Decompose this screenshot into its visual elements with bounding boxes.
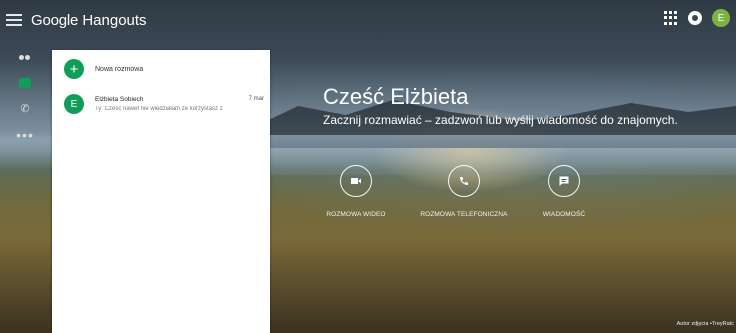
top-right-controls: E [664, 9, 730, 27]
video-icon [340, 165, 372, 197]
more-icon: ••• [16, 127, 34, 143]
menu-icon[interactable] [6, 12, 22, 28]
phone-icon: ✆ [20, 102, 30, 115]
apps-icon[interactable] [664, 11, 678, 25]
message-button[interactable]: WIADOMOŚĆ [514, 165, 614, 218]
account-icon[interactable] [688, 11, 702, 25]
people-icon [19, 55, 31, 63]
new-conversation-label: Nowa rozmowa [95, 65, 144, 73]
conversation-name: Elżbieta Sobiech [95, 96, 144, 103]
conversation-date: 7 mar [248, 96, 264, 102]
rail-item-phone[interactable]: ✆ [16, 99, 34, 117]
top-bar: Google Hangouts E [0, 0, 736, 44]
chat-icon [19, 78, 31, 88]
rail-item-messages[interactable] [16, 74, 34, 92]
app-logo[interactable]: Google Hangouts [31, 12, 147, 29]
conversation-avatar: E [64, 94, 84, 114]
conversation-snippet: Ty: Cześć nawet nie wiedziałam że korzys… [95, 106, 223, 112]
phone-call-icon [448, 165, 480, 197]
user-avatar[interactable]: E [712, 9, 730, 27]
logo-google-text: Google [31, 12, 79, 29]
plus-icon: + [64, 59, 84, 79]
phone-call-label: ROZMOWA TELEFONICZNA [420, 211, 508, 218]
phone-call-button[interactable]: ROZMOWA TELEFONICZNA [414, 165, 514, 218]
photo-credit[interactable]: Autor zdjęcia •TreyRatc [677, 321, 734, 327]
conversation-panel: + Nowa rozmowa E Elżbieta Sobiech 7 mar … [52, 50, 270, 333]
message-label: WIADOMOŚĆ [542, 211, 586, 218]
logo-hangouts-text: Hangouts [82, 12, 147, 29]
video-call-button[interactable]: ROZMOWA WIDEO [306, 165, 406, 218]
rail-item-more[interactable]: ••• [16, 126, 34, 144]
greeting-title: Cześć Elżbieta [323, 84, 469, 109]
conversation-item[interactable]: E Elżbieta Sobiech 7 mar Ty: Cześć nawet… [64, 94, 264, 118]
new-conversation-button[interactable]: + Nowa rozmowa [64, 59, 143, 79]
video-call-label: ROZMOWA WIDEO [326, 211, 386, 218]
greeting-subtitle: Zacznij rozmawiać – zadzwoń lub wyślij w… [323, 113, 678, 127]
rail-item-contacts[interactable] [16, 50, 34, 68]
message-icon [548, 165, 580, 197]
